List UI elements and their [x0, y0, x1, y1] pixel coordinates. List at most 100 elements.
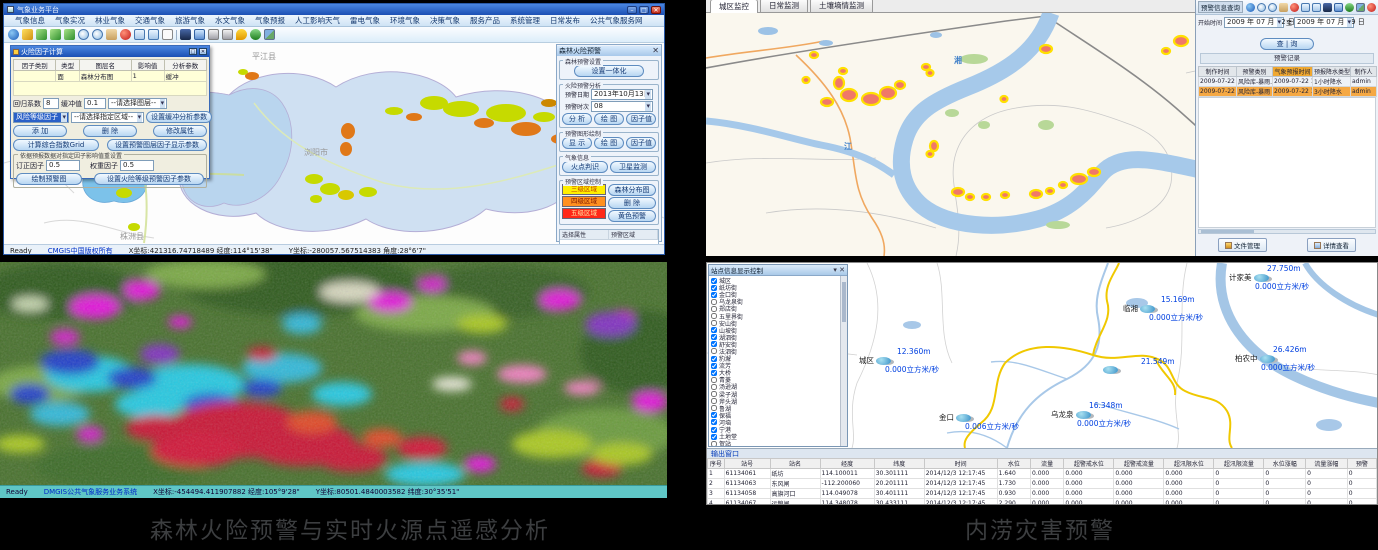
globe-icon[interactable]	[1246, 3, 1255, 12]
window-icon[interactable]	[1301, 3, 1310, 12]
warning-time-select[interactable]: 08	[591, 101, 653, 112]
zoom-in-icon[interactable]	[78, 29, 89, 40]
station-data-row[interactable]: 361134058高旗河口114.04907830.4011112014/12/…	[708, 489, 1377, 499]
scale-icon[interactable]	[162, 29, 173, 40]
factor-select[interactable]: 风险等级因子	[13, 112, 69, 123]
layer-checkbox[interactable]	[711, 370, 717, 376]
vertical-scrollbar[interactable]	[840, 276, 847, 446]
dialog-titlebar[interactable]: 火险因子计算 □ ✕	[11, 46, 209, 57]
fly-add-icon[interactable]	[64, 29, 75, 40]
layer-checkbox[interactable]	[711, 292, 717, 298]
maximize-button[interactable]: □	[639, 6, 649, 14]
menu-item[interactable]: 林业气象	[90, 15, 130, 26]
window-icon[interactable]	[134, 29, 145, 40]
set-buffer-button[interactable]: 设置缓冲分析参数	[146, 111, 212, 123]
layer-checkbox[interactable]	[711, 391, 717, 397]
layer-checkbox[interactable]	[711, 405, 717, 411]
draw-button[interactable]: 因子值	[626, 137, 656, 149]
globe-icon[interactable]	[8, 29, 19, 40]
column-header[interactable]: 预报降水类型	[1313, 67, 1351, 77]
station[interactable]: 26.426m 柏农中 0.000立方米/秒	[1235, 345, 1365, 372]
layer-checkbox[interactable]	[711, 348, 717, 354]
layer-checkbox[interactable]	[711, 341, 717, 347]
warning-date-select[interactable]: 2013年10月13日	[591, 89, 653, 100]
draw-warning-button[interactable]: 绘制预警图	[16, 173, 82, 185]
factor-table[interactable]: 因子类别类型图层名影响值分析参数 面森林分布图1缓冲	[13, 59, 207, 96]
area-button[interactable]: 森林分布图	[608, 184, 656, 196]
satellite-classification-image[interactable]	[0, 262, 667, 485]
station-pin-icon[interactable]	[1254, 274, 1269, 282]
tab[interactable]: 日常监测	[760, 0, 808, 12]
fly-to-icon[interactable]	[50, 29, 61, 40]
weight-input[interactable]: 0.5	[120, 160, 154, 171]
area-button[interactable]: 黄色预警	[608, 210, 656, 222]
detail-view-button[interactable]: 详情查看	[1307, 238, 1356, 252]
dialog-maximize-button[interactable]: □	[189, 48, 197, 55]
file-manage-button[interactable]: 文件管理	[1218, 238, 1267, 252]
delete-icon[interactable]	[120, 29, 131, 40]
pan-hand-icon[interactable]	[1279, 3, 1288, 12]
layer-checkbox[interactable]	[711, 427, 717, 433]
risk-level-item[interactable]: 五级区域	[562, 208, 606, 219]
analysis-button[interactable]: 因子值	[626, 113, 656, 125]
analysis-button[interactable]: 分 析	[562, 113, 592, 125]
panel-close-icon[interactable]: ✕	[652, 47, 659, 55]
end-date-picker[interactable]: 2009 年 07 月 29 日	[1294, 17, 1354, 28]
measure-icon[interactable]	[22, 29, 33, 40]
layer-checkbox[interactable]	[711, 441, 717, 446]
warning-area-table[interactable]: 选择属性预警区域	[559, 229, 659, 244]
station-data-table[interactable]: 序号站号站名经度纬度时间水位流量超警戒水位超警戒流量超汛限水位超汛限流量水位涨幅…	[707, 458, 1377, 504]
back-icon[interactable]	[250, 29, 261, 40]
query-button[interactable]: 查 | 询	[1260, 38, 1314, 50]
separator[interactable]	[176, 30, 177, 40]
tab[interactable]: 城区监控	[710, 0, 758, 13]
layer-checkbox[interactable]	[711, 434, 717, 440]
print-icon[interactable]	[208, 29, 219, 40]
zoom-out-icon[interactable]	[92, 29, 103, 40]
pan-hand-icon[interactable]	[106, 29, 117, 40]
regress-input[interactable]: 8	[43, 98, 59, 109]
menu-item[interactable]: 环境气象	[385, 15, 425, 26]
layer-checkbox[interactable]	[711, 327, 717, 333]
layer-checkbox[interactable]	[711, 313, 717, 319]
area-select[interactable]: --请选择指定区域--	[71, 112, 144, 123]
column-header[interactable]: 制作时间	[1199, 67, 1237, 77]
layer-panel-titlebar[interactable]: 站点信息显示控制 ▾ ✕	[709, 265, 847, 276]
menu-item[interactable]: 人工影响天气	[290, 15, 345, 26]
weather-button[interactable]: 火点判识	[562, 161, 608, 173]
layer-checkbox[interactable]	[711, 356, 717, 362]
station[interactable]: 21.549m	[1103, 357, 1233, 374]
correct-input[interactable]: 0.5	[46, 160, 80, 171]
menu-item[interactable]: 气象预报	[250, 15, 290, 26]
modify-button[interactable]: 修改属性	[153, 125, 207, 137]
titlebar[interactable]: 气象业务平台 – □ ✕	[4, 4, 664, 15]
station-pin-icon[interactable]	[956, 414, 971, 422]
collapse-icon[interactable]: ▾	[833, 266, 837, 274]
start-date-picker[interactable]: 2009 年 07 月 22 日	[1224, 17, 1284, 28]
station-data-row[interactable]: 161134061纸坊114.10001130.3011112014/12/3 …	[708, 469, 1377, 479]
zoom-out-icon[interactable]	[1268, 3, 1277, 12]
layer-checkbox[interactable]	[711, 334, 717, 340]
layer-checkbox[interactable]	[711, 419, 717, 425]
layer-checkbox[interactable]	[711, 285, 717, 291]
layer-checkbox[interactable]	[711, 398, 717, 404]
layer-checkbox[interactable]	[711, 299, 717, 305]
delete-button[interactable]: 删 除	[83, 125, 137, 137]
menu-item[interactable]: 决策气象	[425, 15, 465, 26]
record-row[interactable]: 2009-07-22 1...风险库-暴雨...2009-07-22 1...1…	[1199, 77, 1377, 87]
dialog-close-button[interactable]: ✕	[199, 48, 207, 55]
menu-item[interactable]: 水文气象	[210, 15, 250, 26]
draw-button[interactable]: 绘 图	[594, 137, 624, 149]
fax-icon[interactable]	[222, 29, 233, 40]
station-data-row[interactable]: 261134063东风闸-112.20006020.2011112014/12/…	[708, 479, 1377, 489]
layer-checkbox[interactable]	[711, 377, 717, 383]
menu-item[interactable]: 系统管理	[505, 15, 545, 26]
level-param-button[interactable]: 设置火险等级预警因子参数	[94, 173, 204, 185]
station-pin-icon[interactable]	[1260, 355, 1275, 363]
station-pin-icon[interactable]	[1103, 366, 1118, 374]
layer-select[interactable]: --请选择图层--	[108, 98, 167, 109]
analysis-button[interactable]: 绘 图	[594, 113, 624, 125]
layer-checkbox[interactable]	[711, 384, 717, 390]
menu-item[interactable]: 交通气象	[130, 15, 170, 26]
image-icon[interactable]	[264, 29, 275, 40]
